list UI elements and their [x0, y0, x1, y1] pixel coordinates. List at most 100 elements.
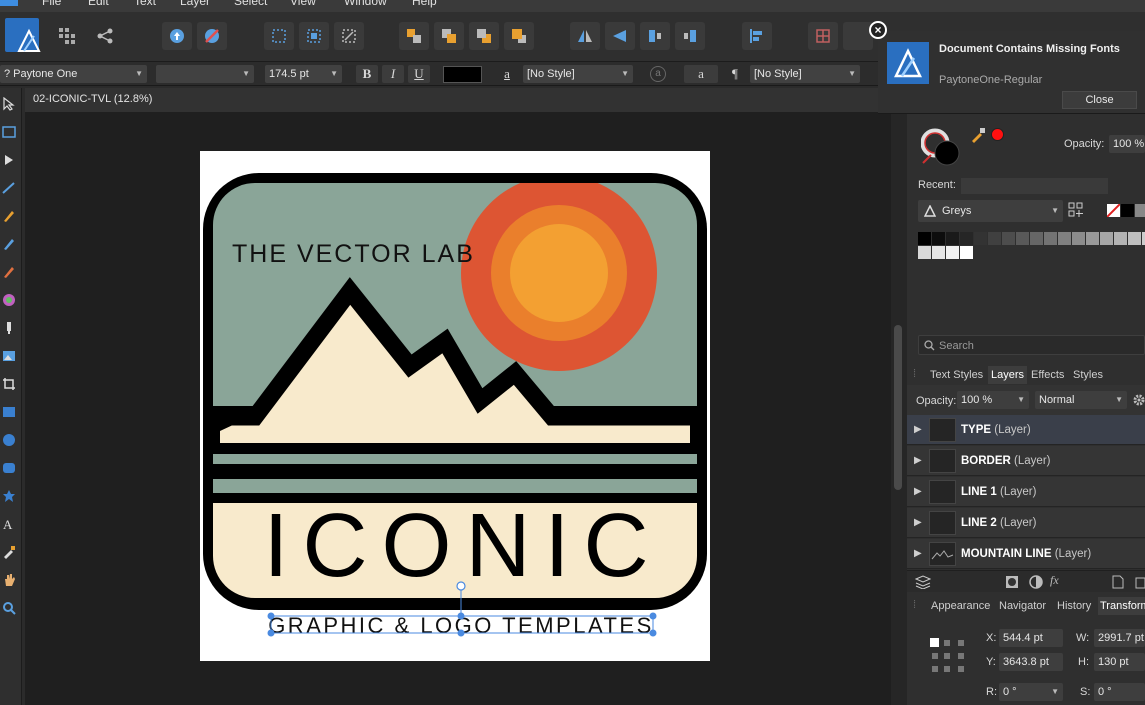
transparency-tool-icon[interactable]	[0, 318, 18, 338]
artistic-text-tool-icon[interactable]: A	[0, 514, 18, 534]
tab-effects[interactable]: Effects	[1028, 366, 1067, 384]
vector-brush-tool-icon[interactable]	[0, 262, 18, 282]
corner-tool-icon[interactable]	[0, 178, 18, 198]
close-icon[interactable]: ×	[869, 21, 887, 39]
grey-swatch[interactable]	[1044, 232, 1057, 245]
font-style-dropdown[interactable]: ▼	[156, 65, 254, 83]
text-case-button[interactable]: a	[684, 65, 718, 83]
search-input[interactable]: Search	[918, 335, 1145, 355]
layer-row-type[interactable]: ▶ TYPE (Layer)	[907, 415, 1145, 445]
paragraph-style-dropdown[interactable]: [No Style] ▼	[750, 65, 860, 83]
recent-colors-strip[interactable]	[961, 178, 1108, 194]
anchor-selector[interactable]	[928, 636, 966, 674]
panel-grip-icon[interactable]: ⁞	[913, 368, 916, 380]
rounded-rectangle-tool-icon[interactable]	[0, 458, 18, 478]
none-swatch[interactable]	[1107, 204, 1120, 217]
grey-swatch[interactable]	[1114, 232, 1127, 245]
no-snapping-icon[interactable]	[197, 22, 227, 50]
rotation-field[interactable]: 0 ° ▼	[999, 683, 1063, 701]
grey-swatch[interactable]	[960, 232, 973, 245]
flip-horizontal-icon[interactable]	[570, 22, 600, 50]
x-field[interactable]: 544.4 pt	[999, 629, 1063, 647]
menu-text[interactable]: Text	[134, 0, 156, 8]
grey-swatch[interactable]	[932, 232, 945, 245]
select-all-icon[interactable]	[264, 22, 294, 50]
select-none-icon[interactable]	[299, 22, 329, 50]
menu-window[interactable]: Window	[344, 0, 387, 8]
grey-swatch[interactable]	[960, 246, 973, 259]
menu-view[interactable]: View	[290, 0, 316, 8]
grey-swatch[interactable]	[1135, 204, 1145, 217]
menu-help[interactable]: Help	[412, 0, 437, 8]
grey-swatch[interactable]	[946, 246, 959, 259]
gear-icon[interactable]	[1132, 393, 1145, 407]
zoom-tool-icon[interactable]	[0, 598, 18, 618]
view-tool-icon[interactable]	[0, 570, 18, 590]
menu-edit[interactable]: Edit	[88, 0, 109, 8]
blend-mode-dropdown[interactable]: Normal ▼	[1035, 391, 1127, 409]
black-swatch[interactable]	[1121, 204, 1134, 217]
tab-layers[interactable]: Layers	[988, 366, 1028, 384]
grey-swatch[interactable]	[918, 246, 931, 259]
height-field[interactable]: 130 pt	[1094, 653, 1145, 671]
character-style-dropdown[interactable]: [No Style] ▼	[523, 65, 633, 83]
panel-grip-icon[interactable]: ⁞	[913, 599, 916, 611]
move-forward-one-icon[interactable]	[469, 22, 499, 50]
eyedropper-icon[interactable]	[970, 127, 986, 143]
delete-layer-icon[interactable]	[1135, 575, 1145, 589]
fx-icon[interactable]: fx	[1050, 573, 1059, 588]
grey-swatch[interactable]	[1086, 232, 1099, 245]
grey-swatch[interactable]	[932, 246, 945, 259]
font-size-field[interactable]: 174.5 pt ▼	[265, 65, 342, 83]
add-layer-icon[interactable]	[1112, 575, 1124, 589]
grey-swatch[interactable]	[1002, 232, 1015, 245]
invert-selection-icon[interactable]	[334, 22, 364, 50]
rotate-left-icon[interactable]	[640, 22, 670, 50]
fill-stroke-color-wells[interactable]	[921, 127, 961, 167]
grey-swatch[interactable]	[1030, 232, 1043, 245]
grey-swatch[interactable]	[988, 232, 1001, 245]
layer-row-mountain-line[interactable]: ▶ MOUNTAIN LINE (Layer)	[907, 539, 1145, 569]
sync-icon[interactable]	[162, 22, 192, 50]
vertical-scrollbar-thumb[interactable]	[894, 325, 902, 490]
grey-swatch[interactable]	[1016, 232, 1029, 245]
pencil-tool-icon[interactable]	[0, 234, 18, 254]
grey-swatch[interactable]	[946, 232, 959, 245]
export-persona-icon[interactable]	[90, 22, 120, 50]
menu-select[interactable]: Select	[234, 0, 267, 8]
flip-vertical-icon[interactable]	[605, 22, 635, 50]
expand-arrow-icon[interactable]: ▶	[914, 424, 922, 435]
color-picker-tool-icon[interactable]	[0, 542, 18, 562]
tab-navigator[interactable]: Navigator	[997, 597, 1048, 615]
artboard-tool-icon[interactable]	[0, 122, 18, 142]
move-to-front-icon[interactable]	[504, 22, 534, 50]
ellipse-tool-icon[interactable]	[0, 430, 18, 450]
layers-stack-icon[interactable]	[915, 575, 931, 589]
rotation-handle[interactable]	[456, 581, 466, 591]
palette-menu-icon[interactable]	[1068, 202, 1084, 218]
width-field[interactable]: 2991.7 pt	[1094, 629, 1145, 647]
tab-text-styles[interactable]: Text Styles	[927, 366, 986, 384]
expand-arrow-icon[interactable]: ▶	[914, 486, 922, 497]
tab-appearance[interactable]: Appearance	[929, 597, 992, 615]
current-color-dot[interactable]	[991, 128, 1004, 141]
place-image-tool-icon[interactable]	[0, 346, 18, 366]
node-tool-icon[interactable]	[0, 150, 18, 170]
italic-button[interactable]: I	[382, 65, 404, 83]
shear-field[interactable]: 0 °	[1094, 683, 1145, 701]
y-field[interactable]: 3643.8 pt	[999, 653, 1063, 671]
artboard[interactable]: THE VECTOR LAB ICONIC GRAPHIC & LOGO TEM…	[200, 151, 710, 661]
grey-swatch[interactable]	[1128, 232, 1141, 245]
snapping-icon[interactable]	[808, 22, 838, 50]
rectangle-tool-icon[interactable]	[0, 402, 18, 422]
color-opacity-field[interactable]: 100 %	[1109, 135, 1145, 153]
grey-swatch[interactable]	[918, 232, 931, 245]
star-tool-icon[interactable]	[0, 486, 18, 506]
fill-tool-icon[interactable]	[0, 290, 18, 310]
close-button[interactable]: Close	[1062, 91, 1137, 109]
tab-transform[interactable]: Transform	[1098, 597, 1145, 615]
expand-arrow-icon[interactable]: ▶	[914, 517, 922, 528]
grey-swatch[interactable]	[1072, 232, 1085, 245]
move-tool-icon[interactable]	[0, 94, 18, 114]
layer-row-border[interactable]: ▶ BORDER (Layer)	[907, 446, 1145, 476]
